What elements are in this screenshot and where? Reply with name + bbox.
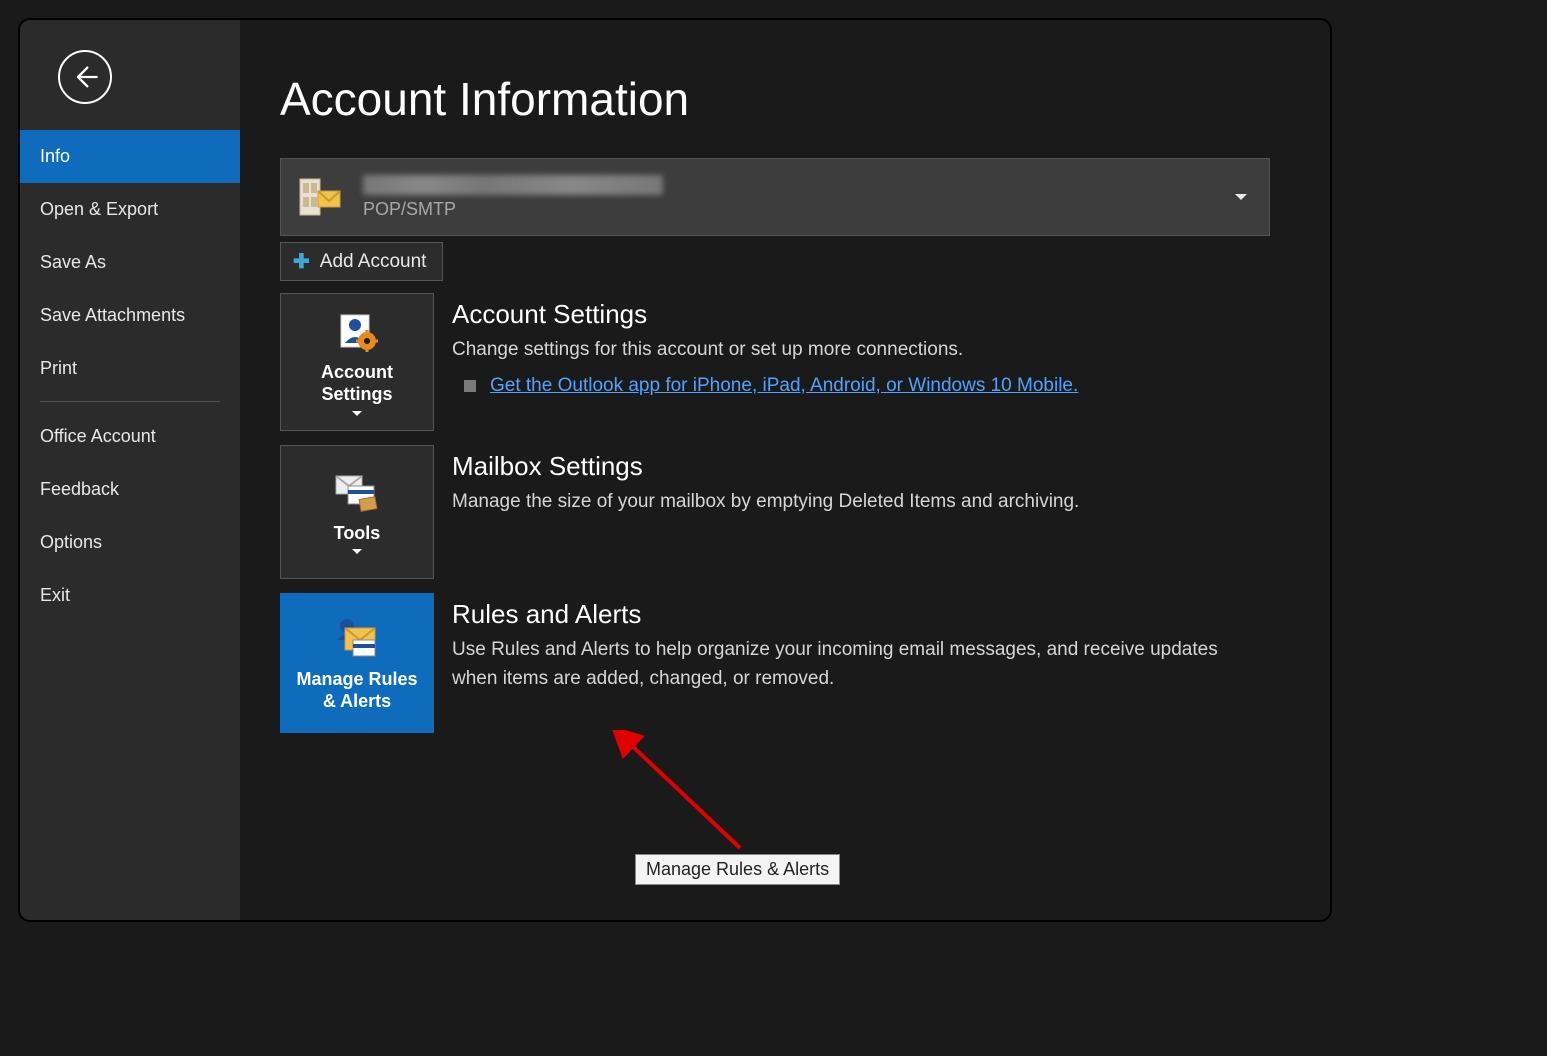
sidebar-item-open-export[interactable]: Open & Export [20,183,240,236]
chevron-down-icon [351,548,363,556]
sidebar-item-save-as[interactable]: Save As [20,236,240,289]
section-title: Mailbox Settings [452,451,1252,482]
add-account-button[interactable]: ✚ Add Account [280,242,443,281]
person-gear-icon [335,307,379,355]
account-email-redacted [363,175,663,195]
section-mailbox-settings: Tools Mailbox Settings Manage the size o… [280,445,1290,579]
back-button[interactable] [58,50,112,104]
tools-icon [332,468,382,516]
tooltip: Manage Rules & Alerts [635,854,840,885]
tile-account-settings[interactable]: Account Settings [280,293,434,431]
sidebar: Info Open & Export Save As Save Attachme… [20,20,240,920]
section-account-settings: Account Settings Account Settings Change… [280,293,1290,431]
sidebar-item-exit[interactable]: Exit [20,569,240,622]
section-desc: Use Rules and Alerts to help organize yo… [452,636,1252,693]
section-title: Account Settings [452,299,1252,330]
account-text: POP/SMTP [363,175,663,220]
account-selector[interactable]: POP/SMTP [280,158,1270,236]
section-desc: Manage the size of your mailbox by empty… [452,488,1252,517]
backstage-window: Info Open & Export Save As Save Attachme… [20,20,1330,920]
sidebar-item-info[interactable]: Info [20,130,240,183]
section-rules-alerts: Manage Rules & Alerts Rules and Alerts U… [280,593,1290,733]
arrow-left-icon [71,63,99,91]
sidebar-item-save-attachments[interactable]: Save Attachments [20,289,240,342]
sidebar-item-options[interactable]: Options [20,516,240,569]
plus-icon: ✚ [293,249,310,274]
sidebar-separator [40,401,220,402]
tile-manage-rules-alerts[interactable]: Manage Rules & Alerts [280,593,434,733]
tile-label: Account Settings [289,361,425,406]
sidebar-item-print[interactable]: Print [20,342,240,395]
tile-tools[interactable]: Tools [280,445,434,579]
add-account-label: Add Account [320,251,427,273]
rules-alerts-icon [331,614,383,662]
account-icon [297,175,347,219]
bullet-icon [464,380,476,392]
chevron-down-icon [1233,189,1249,205]
section-title: Rules and Alerts [452,599,1252,630]
account-type: POP/SMTP [363,199,663,220]
tile-label: Tools [334,522,381,545]
sidebar-item-office-account[interactable]: Office Account [20,410,240,463]
main-content: Account Information POP/SMTP [240,20,1330,920]
annotation-arrow [610,730,760,860]
sidebar-item-feedback[interactable]: Feedback [20,463,240,516]
chevron-down-icon [351,410,363,418]
tile-label: Manage Rules & Alerts [289,668,425,713]
section-desc: Change settings for this account or set … [452,336,1252,365]
page-title: Account Information [280,72,1290,126]
get-outlook-app-link[interactable]: Get the Outlook app for iPhone, iPad, An… [490,375,1078,397]
